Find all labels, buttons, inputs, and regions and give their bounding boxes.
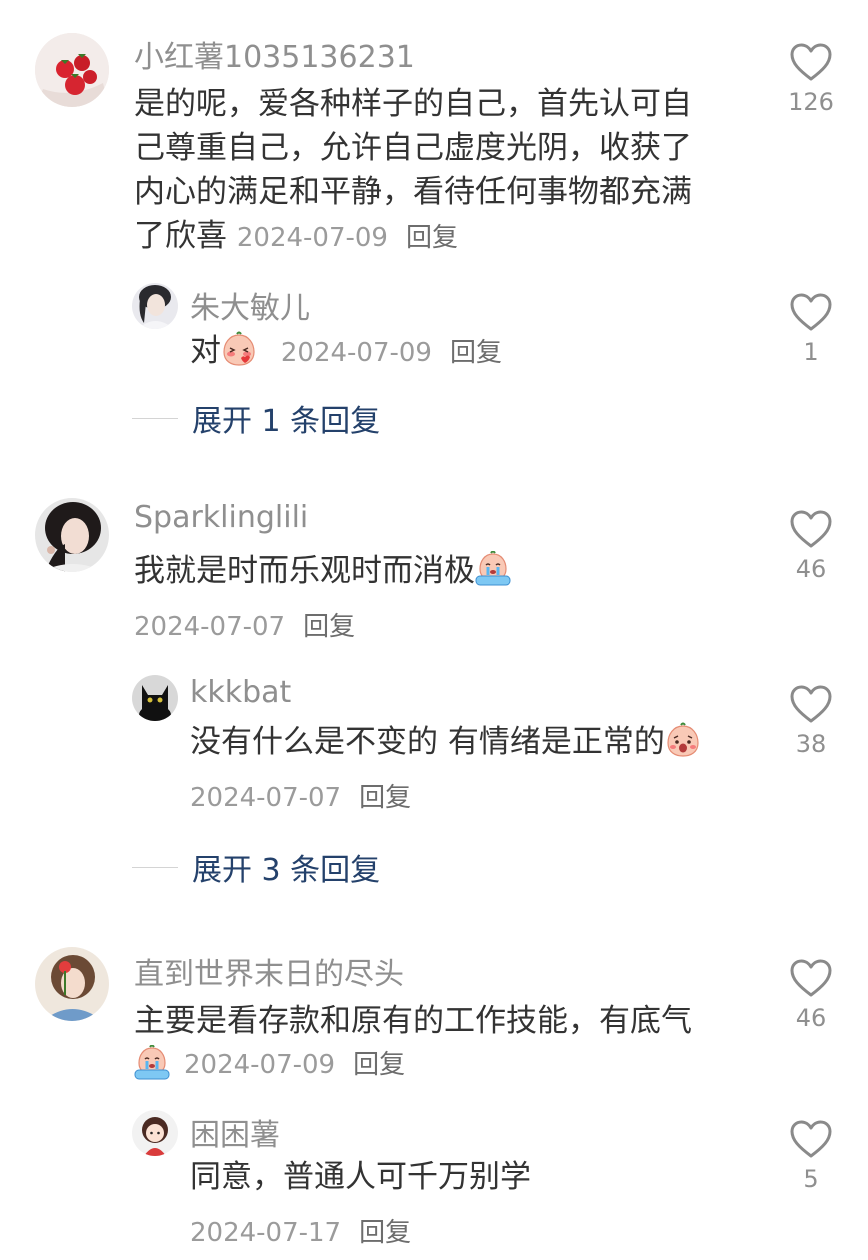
comment-username[interactable]: 小红薯1035136231 xyxy=(134,32,415,76)
heart-icon xyxy=(790,1120,832,1158)
divider-line xyxy=(132,417,178,419)
blush-kiss-emoji-icon xyxy=(223,331,255,366)
reply-button[interactable]: 回复 xyxy=(406,223,458,253)
comment-text: 是的呢，爱各种样子的自己，首先认可自 己尊重自己，允许自己虚度光阴，收获了 内心… xyxy=(134,82,754,260)
crying-face-emoji-icon xyxy=(475,551,511,586)
heart-icon xyxy=(790,293,832,331)
avatar[interactable] xyxy=(132,283,178,329)
like-button[interactable]: 46 xyxy=(781,509,841,583)
woman-portrait-avatar-image xyxy=(35,498,109,572)
avatar[interactable] xyxy=(35,33,109,107)
girl-portrait-avatar-image xyxy=(132,283,178,329)
comment-date: 2024-07-09 xyxy=(236,223,388,253)
strawberries-avatar-image xyxy=(35,33,109,107)
comment-last-line: 了欣喜 2024-07-09 回复 xyxy=(134,214,754,260)
reply-text-content: 对 xyxy=(190,333,221,369)
reply-date: 2024-07-07 xyxy=(190,783,342,813)
comment-meta-text: 2024-07-09 回复 xyxy=(184,1044,405,1081)
comment-meta: 2024-07-09 回复 xyxy=(134,1044,405,1081)
comment-text-content: 我就是时而乐观时而消极 xyxy=(134,553,475,589)
comment-text: 我就是时而乐观时而消极 xyxy=(134,549,754,593)
expand-replies-label: 展开 3 条回复 xyxy=(192,853,381,888)
expand-replies-button[interactable]: 展开 3 条回复 xyxy=(132,845,380,889)
reply-button[interactable]: 回复 xyxy=(450,338,502,368)
heart-icon xyxy=(790,685,832,723)
expand-replies-label: 展开 1 条回复 xyxy=(192,404,381,439)
like-count: 1 xyxy=(803,338,819,366)
comment-username[interactable]: Sparklinglili xyxy=(134,500,308,535)
reply-text: 同意，普通人可千万别学 xyxy=(190,1155,750,1199)
reply-meta: 2024-07-07 回复 xyxy=(190,777,411,814)
black-cat-avatar-image xyxy=(132,675,178,721)
reply-date: 2024-07-09 xyxy=(280,338,432,368)
reply-meta: 2024-07-17 回复 xyxy=(190,1212,411,1249)
comment-date: 2024-07-07 xyxy=(134,612,286,642)
reply-meta: 2024-07-09 回复 xyxy=(281,338,502,368)
reply-button[interactable]: 回复 xyxy=(359,1218,411,1248)
like-button[interactable]: 1 xyxy=(781,292,841,366)
avatar[interactable] xyxy=(35,498,109,572)
avatar[interactable] xyxy=(35,947,109,1021)
like-count: 5 xyxy=(803,1165,819,1193)
like-button[interactable]: 5 xyxy=(781,1119,841,1193)
comment-text-line: 是的呢，爱各种样子的自己，首先认可自 xyxy=(134,86,692,122)
reply-button[interactable]: 回复 xyxy=(303,612,355,642)
crying-face-emoji-icon xyxy=(134,1044,170,1079)
reply-text: 对 2024-07-09 回复 xyxy=(190,329,750,375)
cartoon-girl-avatar-image xyxy=(132,1110,178,1156)
heart-icon xyxy=(790,959,832,997)
expand-replies-button[interactable]: 展开 1 条回复 xyxy=(132,396,380,440)
comment-text-line: 了欣喜 xyxy=(134,218,227,254)
like-count: 38 xyxy=(795,730,827,758)
heart-icon xyxy=(790,510,832,548)
like-count: 126 xyxy=(788,88,834,116)
reply-text: 没有什么是不变的 有情绪是正常的 xyxy=(190,720,760,764)
comment-username[interactable]: 直到世界末日的尽头 xyxy=(134,949,404,993)
like-button[interactable]: 46 xyxy=(781,958,841,1032)
avatar[interactable] xyxy=(132,675,178,721)
like-button[interactable]: 126 xyxy=(781,42,841,116)
shocked-face-emoji-icon xyxy=(667,722,699,757)
reply-button[interactable]: 回复 xyxy=(353,1050,405,1080)
comment-text: 主要是看存款和原有的工作技能，有底气 xyxy=(134,999,754,1043)
comment-text-line: 内心的满足和平静，看待任何事物都充满 xyxy=(134,174,692,210)
girl-with-flower-avatar-image xyxy=(35,947,109,1021)
reply-username[interactable]: kkkbat xyxy=(190,675,291,710)
avatar[interactable] xyxy=(132,1110,178,1156)
heart-icon xyxy=(790,43,832,81)
reply-username[interactable]: 朱大敏儿 xyxy=(190,283,310,327)
like-count: 46 xyxy=(795,555,827,583)
reply-text-content: 同意，普通人可千万别学 xyxy=(190,1159,531,1195)
like-count: 46 xyxy=(795,1004,827,1032)
comment-meta: 2024-07-09 回复 xyxy=(237,223,458,253)
comment-text-content: 主要是看存款和原有的工作技能，有底气 xyxy=(134,1003,692,1039)
reply-username[interactable]: 困困薯 xyxy=(190,1110,280,1154)
comment-meta: 2024-07-07 回复 xyxy=(134,606,355,643)
comment-date: 2024-07-09 xyxy=(184,1050,336,1080)
divider-line xyxy=(132,866,178,868)
reply-date: 2024-07-17 xyxy=(190,1218,342,1248)
like-button[interactable]: 38 xyxy=(781,684,841,758)
reply-text-content: 没有什么是不变的 有情绪是正常的 xyxy=(190,724,665,760)
reply-button[interactable]: 回复 xyxy=(359,783,411,813)
comment-text-line: 己尊重自己，允许自己虚度光阴，收获了 xyxy=(134,130,692,166)
